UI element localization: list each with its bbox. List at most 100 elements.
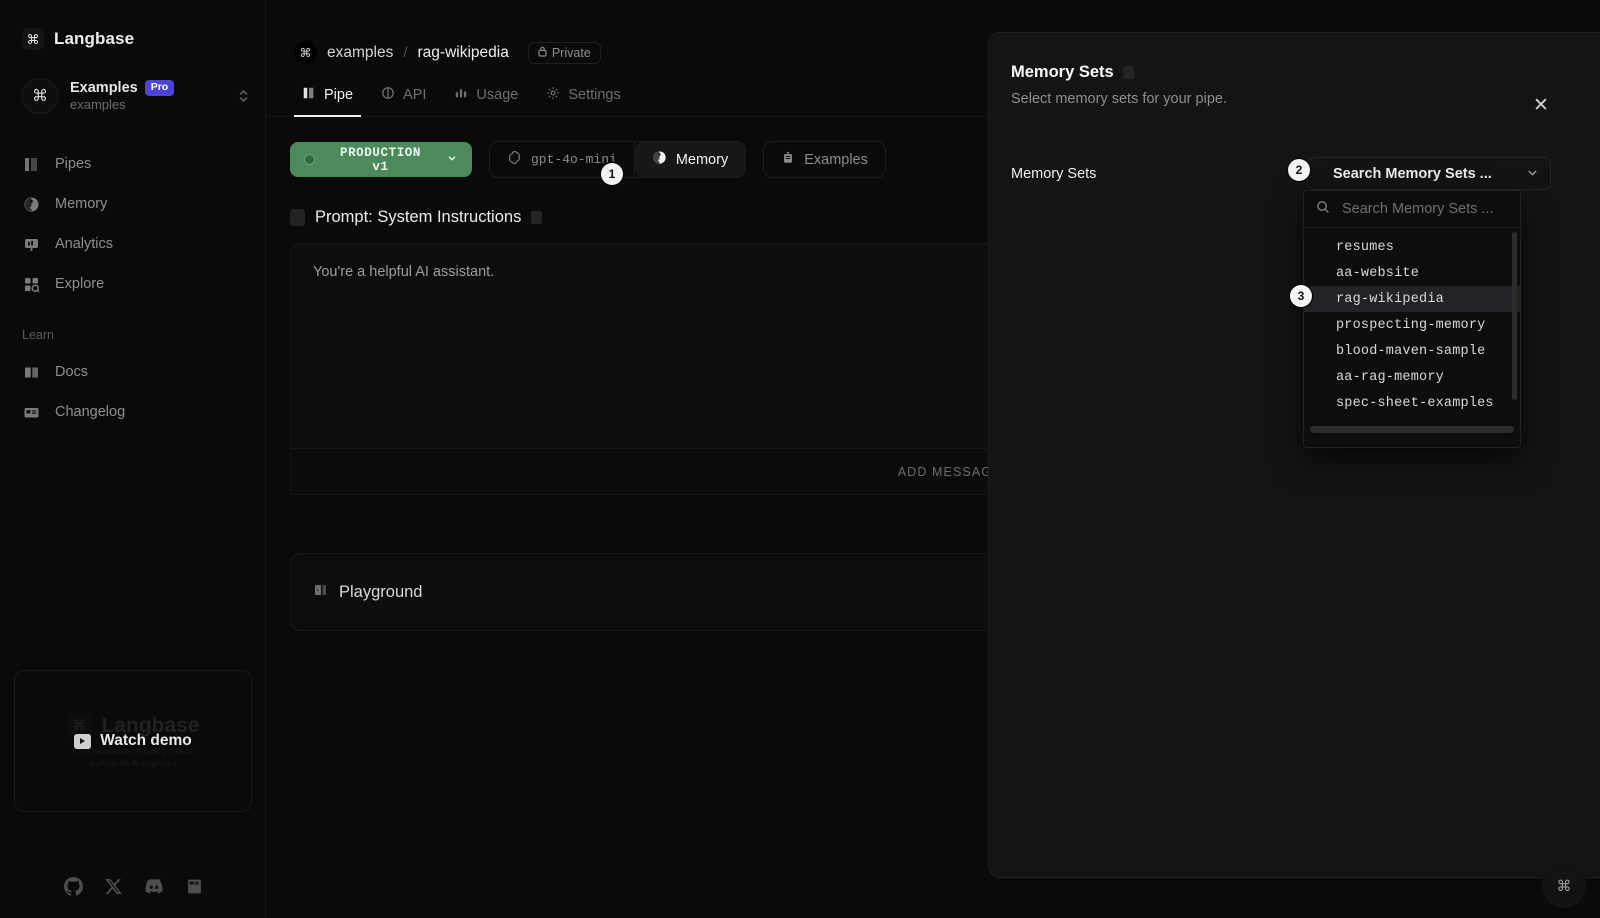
plan-badge: Pro bbox=[144, 79, 175, 97]
playground-icon bbox=[313, 582, 329, 603]
sidebar-item-label: Docs bbox=[55, 363, 89, 380]
sidebar-item-memory[interactable]: Memory bbox=[0, 184, 265, 224]
sidebar-item-docs[interactable]: Docs bbox=[0, 352, 265, 392]
chevron-down-icon bbox=[446, 152, 458, 168]
annotation-badge-2: 2 bbox=[1288, 159, 1310, 181]
sidebar-item-label: Changelog bbox=[55, 403, 126, 420]
analytics-icon bbox=[22, 235, 40, 253]
info-icon[interactable] bbox=[531, 211, 543, 224]
changelog-icon bbox=[22, 403, 40, 421]
prompt-icon bbox=[290, 209, 305, 226]
vertical-scrollbar[interactable] bbox=[1512, 232, 1517, 400]
examples-icon bbox=[781, 150, 795, 169]
examples-button[interactable]: Examples bbox=[763, 141, 886, 178]
info-icon[interactable] bbox=[1122, 66, 1134, 79]
play-icon bbox=[74, 733, 92, 749]
breadcrumb-separator: / bbox=[403, 44, 408, 61]
list-item[interactable]: prospecting-memory bbox=[1304, 312, 1520, 338]
field-label: Memory Sets bbox=[1011, 165, 1097, 182]
command-icon: ⌘ bbox=[294, 41, 317, 64]
tab-label: Usage bbox=[476, 87, 519, 103]
memory-sets-dropdown: Search Memory Sets ... resumes aa-websit… bbox=[1303, 190, 1521, 448]
sidebar-item-label: Memory bbox=[55, 195, 108, 212]
tab-label: Settings bbox=[568, 87, 621, 103]
usage-icon bbox=[454, 86, 468, 104]
tab-label: Pipe bbox=[324, 87, 354, 103]
playground-title: Playground bbox=[339, 582, 423, 601]
sidebar-item-label: Explore bbox=[55, 275, 105, 292]
dropdown-list: resumes aa-website rag-wikipedia prospec… bbox=[1304, 228, 1520, 420]
pipes-icon bbox=[22, 155, 40, 173]
watch-demo-button[interactable]: Watch demo bbox=[74, 732, 192, 750]
sidebar: ⌘ Langbase ⌘ Examples Pro examples Pipes… bbox=[0, 0, 266, 918]
api-icon bbox=[381, 86, 395, 104]
prompt-title: Prompt: System Instructions bbox=[315, 208, 522, 226]
list-item[interactable]: blood-maven-sample bbox=[1304, 338, 1520, 364]
chevron-updown-icon bbox=[238, 88, 249, 104]
sidebar-item-label: Pipes bbox=[55, 155, 92, 172]
visibility-badge: Private bbox=[527, 41, 601, 64]
select-value: Search Memory Sets ... bbox=[1333, 165, 1492, 182]
brand-name: Langbase bbox=[54, 29, 135, 48]
watch-demo-card[interactable]: ⌘ Langbase The composable AI quality con… bbox=[14, 670, 252, 812]
annotation-badge-3: 3 bbox=[1290, 285, 1312, 307]
memory-button[interactable]: Memory bbox=[634, 142, 746, 177]
annotation-badge-1: 1 bbox=[601, 163, 623, 185]
sidebar-item-label: Analytics bbox=[55, 235, 114, 252]
dropdown-search-row[interactable]: Search Memory Sets ... bbox=[1304, 191, 1520, 228]
visibility-label: Private bbox=[551, 45, 591, 60]
tab-api[interactable]: API bbox=[369, 86, 438, 116]
panel-title-row: Memory Sets bbox=[989, 33, 1600, 82]
sidebar-item-analytics[interactable]: Analytics bbox=[0, 224, 265, 264]
sidebar-item-explore[interactable]: Explore bbox=[0, 264, 265, 304]
memory-icon bbox=[22, 195, 40, 213]
memory-label: Memory bbox=[675, 151, 729, 168]
deployment-selector[interactable]: PRODUCTION v1 bbox=[290, 142, 472, 177]
workspace-text: Examples Pro examples bbox=[70, 79, 226, 113]
tab-settings[interactable]: Settings bbox=[534, 86, 632, 116]
status-dot-icon bbox=[304, 154, 315, 165]
watch-demo-label: Watch demo bbox=[100, 732, 192, 749]
discord-icon[interactable] bbox=[144, 876, 164, 896]
social-links bbox=[0, 876, 266, 896]
workspace-switcher[interactable]: ⌘ Examples Pro examples bbox=[22, 78, 249, 114]
dropdown-search-input[interactable]: Search Memory Sets ... bbox=[1342, 201, 1494, 217]
book-stack-icon[interactable] bbox=[186, 878, 203, 895]
openai-icon bbox=[507, 150, 522, 169]
primary-nav: Pipes Memory Analytics Explore Learn Doc… bbox=[0, 144, 265, 432]
list-item[interactable]: aa-website bbox=[1304, 260, 1520, 286]
close-icon[interactable]: ✕ bbox=[1530, 95, 1552, 117]
search-icon bbox=[1316, 200, 1330, 219]
workspace-handle: examples bbox=[70, 97, 126, 113]
breadcrumb-pipe[interactable]: rag-wikipedia bbox=[418, 44, 509, 62]
examples-label: Examples bbox=[804, 151, 868, 168]
github-icon[interactable] bbox=[63, 876, 83, 896]
workspace-name: Examples bbox=[70, 80, 138, 96]
avatar: ⌘ bbox=[22, 78, 58, 114]
nav-section-label: Learn bbox=[22, 328, 54, 342]
command-palette-button[interactable]: ⌘ bbox=[1542, 864, 1586, 908]
list-item[interactable]: spec-sheet-examples bbox=[1304, 390, 1520, 416]
tab-usage[interactable]: Usage bbox=[442, 86, 530, 116]
book-icon bbox=[22, 363, 40, 381]
panel-subtitle: Select memory sets for your pipe. bbox=[1011, 91, 1227, 107]
app-root: ⌘ Langbase ⌘ Examples Pro examples Pipes… bbox=[0, 0, 1600, 918]
gear-icon bbox=[546, 86, 560, 104]
brand[interactable]: ⌘ Langbase bbox=[0, 0, 265, 50]
breadcrumb-org[interactable]: examples bbox=[327, 44, 393, 62]
sidebar-item-changelog[interactable]: Changelog bbox=[0, 392, 265, 432]
list-item[interactable]: resumes bbox=[1304, 234, 1520, 260]
tab-label: API bbox=[403, 87, 427, 103]
horizontal-scrollbar[interactable] bbox=[1310, 426, 1514, 433]
x-icon[interactable] bbox=[104, 878, 122, 895]
lock-icon bbox=[538, 46, 547, 60]
chevron-down-icon bbox=[1526, 166, 1539, 182]
tab-pipe[interactable]: Pipe bbox=[290, 86, 365, 117]
command-icon: ⌘ bbox=[22, 28, 44, 50]
list-item-selected[interactable]: rag-wikipedia bbox=[1304, 286, 1520, 312]
panel-title: Memory Sets bbox=[1011, 63, 1114, 81]
list-item[interactable]: aa-rag-memory bbox=[1304, 364, 1520, 390]
explore-icon bbox=[22, 275, 40, 293]
sidebar-item-pipes[interactable]: Pipes bbox=[0, 144, 265, 184]
memory-sets-select[interactable]: Search Memory Sets ... bbox=[1307, 157, 1551, 190]
